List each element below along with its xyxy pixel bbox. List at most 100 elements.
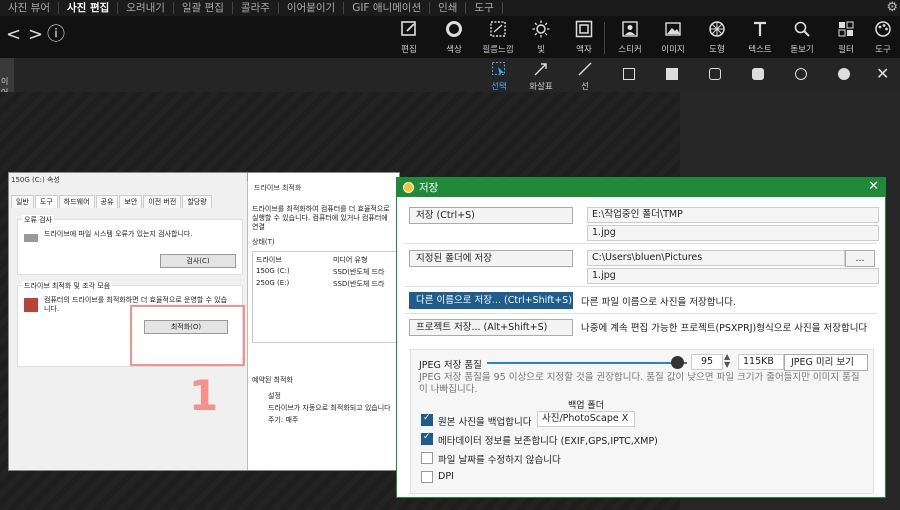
period-text: 주기: 매주 xyxy=(268,416,299,424)
jpeg-preview-button[interactable]: JPEG 미리 보기 xyxy=(784,354,868,371)
edited-image[interactable]: 150G (C:) 속성 일반 도구 하드웨어 공유 보안 이전 버전 할당량 … xyxy=(8,172,400,471)
tool-line[interactable]: 선 xyxy=(568,61,602,92)
save-project-button[interactable]: 프로젝트 저장... (Alt+Shift+S) xyxy=(409,319,573,336)
menu-item-print[interactable]: 인쇄 xyxy=(430,2,467,14)
gear-icon[interactable]: ⚙ xyxy=(886,0,898,15)
folder-row: 지정된 폴더에 저장 C:\Users\bluen\Pictures ... 1… xyxy=(405,246,879,287)
square-outline-icon[interactable] xyxy=(623,68,635,80)
backup-checkbox[interactable] xyxy=(421,413,433,426)
tool-label: 스티커 xyxy=(618,45,642,55)
file-size-field: 115KB xyxy=(738,354,784,370)
tool-tools[interactable]: 도구 xyxy=(866,20,900,55)
tool-label: 액자 xyxy=(576,45,592,55)
group-title: 드라이브 최적화 및 조각 모음 xyxy=(22,281,113,291)
quality-slider[interactable] xyxy=(487,356,687,369)
menu-item-collage[interactable]: 콜라주 xyxy=(233,2,279,14)
rounded-outline-icon[interactable] xyxy=(709,68,721,80)
tool-shape[interactable]: 도형 xyxy=(696,20,738,55)
dpi-checkbox[interactable] xyxy=(421,471,433,483)
save-path-field[interactable]: E:\작업중인 폴더\TMP xyxy=(587,207,879,223)
quality-slider-fill xyxy=(487,362,677,364)
tool-color[interactable]: 색상 xyxy=(433,20,475,55)
close-icon[interactable]: ✕ xyxy=(876,64,889,83)
status-label: 상태(T) xyxy=(252,238,275,246)
magnifier-icon xyxy=(781,20,823,42)
frame-icon xyxy=(563,20,605,42)
tool-label: 화살표 xyxy=(529,82,553,92)
rounded-filled-icon[interactable] xyxy=(752,68,764,80)
keep-date-label: 파일 날짜를 수정하지 않습니다 xyxy=(438,455,561,466)
tool-sticker[interactable]: 스티커 xyxy=(609,20,651,55)
menu-item-batch[interactable]: 일괄 편집 xyxy=(174,2,233,14)
annotation-rectangle xyxy=(130,305,245,366)
save-as-description: 다른 파일 이름으로 사진을 저장합니다. xyxy=(581,297,736,308)
defrag-icon xyxy=(24,298,38,312)
info-button[interactable]: ⓘ xyxy=(47,26,65,44)
setting-label: 설정 xyxy=(268,392,281,400)
jpeg-quality-label: JPEG 저장 품질 xyxy=(419,360,482,371)
menu-item-gif[interactable]: GIF 애니메이션 xyxy=(344,2,431,14)
tool-label: 필터 xyxy=(838,45,854,55)
filter-icon xyxy=(825,20,867,42)
annotation-number: 1 xyxy=(189,371,219,420)
circle-filled-icon[interactable] xyxy=(838,68,850,80)
tool-edit[interactable]: 편집 xyxy=(388,20,430,55)
back-button[interactable]: < xyxy=(6,26,21,44)
save-as-button[interactable]: 다른 이름으로 저장... (Ctrl+Shift+S) xyxy=(409,292,573,309)
tool-label: 텍스트 xyxy=(748,45,772,55)
menu-item-editor[interactable]: 사진 편집 xyxy=(59,2,119,14)
tool-label: 돋보기 xyxy=(790,45,814,55)
tab-general: 일반 xyxy=(11,195,34,208)
folder-file-field[interactable]: 1.jpg xyxy=(587,268,879,284)
tool-image[interactable]: 이미지 xyxy=(652,20,694,55)
project-description: 나중에 계속 편집 가능한 프로젝트(PSXPRJ)형식으로 사진을 저장합니다 xyxy=(581,323,868,334)
tools-icon xyxy=(866,20,900,42)
metadata-label: 메타데이터 정보를 보존합니다 (EXIF,GPS,IPTC,XMP) xyxy=(438,436,658,447)
drive-icon xyxy=(24,234,38,242)
dialog-title: 저장 xyxy=(419,182,439,194)
top-menu-bar: 사진 뷰어 사진 편집 오려내기 일괄 편집 콜라주 이어붙이기 GIF 애니메… xyxy=(0,0,900,16)
tool-light[interactable]: 빛 xyxy=(520,20,562,55)
save-button[interactable]: 저장 (Ctrl+S) xyxy=(409,207,573,224)
save-to-folder-button[interactable]: 지정된 폴더에 저장 xyxy=(409,250,573,267)
select-icon xyxy=(492,62,505,76)
tool-select[interactable]: 선택 xyxy=(482,61,516,92)
menu-item-tools[interactable]: 도구 xyxy=(466,2,503,14)
tab-previous: 이전 버전 xyxy=(143,195,182,208)
tool-film[interactable]: 필름느낌 xyxy=(477,20,519,55)
toolbar-divider xyxy=(604,22,605,54)
spinner-icon[interactable]: ▲ ▼ xyxy=(724,353,730,369)
save-file-field[interactable]: 1.jpg xyxy=(587,225,879,241)
backup-folder-label: 백업 폴더 xyxy=(568,401,604,411)
forward-button[interactable]: > xyxy=(28,26,43,44)
tool-label: 색상 xyxy=(446,45,462,55)
menu-item-combine[interactable]: 이어붙이기 xyxy=(279,2,345,14)
menu-item-viewer[interactable]: 사진 뷰어 xyxy=(0,2,59,14)
tool-frame[interactable]: 액자 xyxy=(563,20,605,55)
dpi-label: DPI xyxy=(438,471,454,482)
dialog-titlebar: 저장 ✕ xyxy=(397,178,885,197)
browse-button[interactable]: ... xyxy=(845,250,875,267)
square-filled-icon[interactable] xyxy=(666,68,678,80)
tool-arrow[interactable]: 화살표 xyxy=(524,61,558,92)
tool-label: 빛 xyxy=(537,45,545,55)
quality-slider-thumb[interactable] xyxy=(671,356,684,369)
drive-media: SSD(반도체 드라 xyxy=(333,268,385,276)
circle-outline-icon[interactable] xyxy=(795,68,807,80)
backup-folder-field[interactable]: 사진/PhotoScape X xyxy=(537,411,635,427)
image-icon xyxy=(652,20,694,42)
sticker-icon xyxy=(609,20,651,42)
side-panel-tab[interactable]: 이어 xyxy=(0,58,14,97)
shape-icon xyxy=(696,20,738,42)
tool-text[interactable]: 텍스트 xyxy=(739,20,781,55)
quality-value-field[interactable]: 95 xyxy=(691,354,723,370)
tool-filter[interactable]: 필터 xyxy=(825,20,867,55)
metadata-checkbox[interactable] xyxy=(421,432,433,445)
tool-magnifier[interactable]: 돋보기 xyxy=(781,20,823,55)
auto-text: 드라이브가 자동으로 최적화되고 있습니다 xyxy=(268,404,391,412)
keep-date-checkbox[interactable] xyxy=(421,452,433,464)
folder-path-field[interactable]: C:\Users\bluen\Pictures xyxy=(587,250,845,266)
check-text: 드라이브에 파일 시스템 오류가 있는지 검사합니다. xyxy=(44,230,193,238)
menu-item-cut-out[interactable]: 오려내기 xyxy=(118,2,174,14)
close-icon[interactable]: ✕ xyxy=(868,179,879,194)
